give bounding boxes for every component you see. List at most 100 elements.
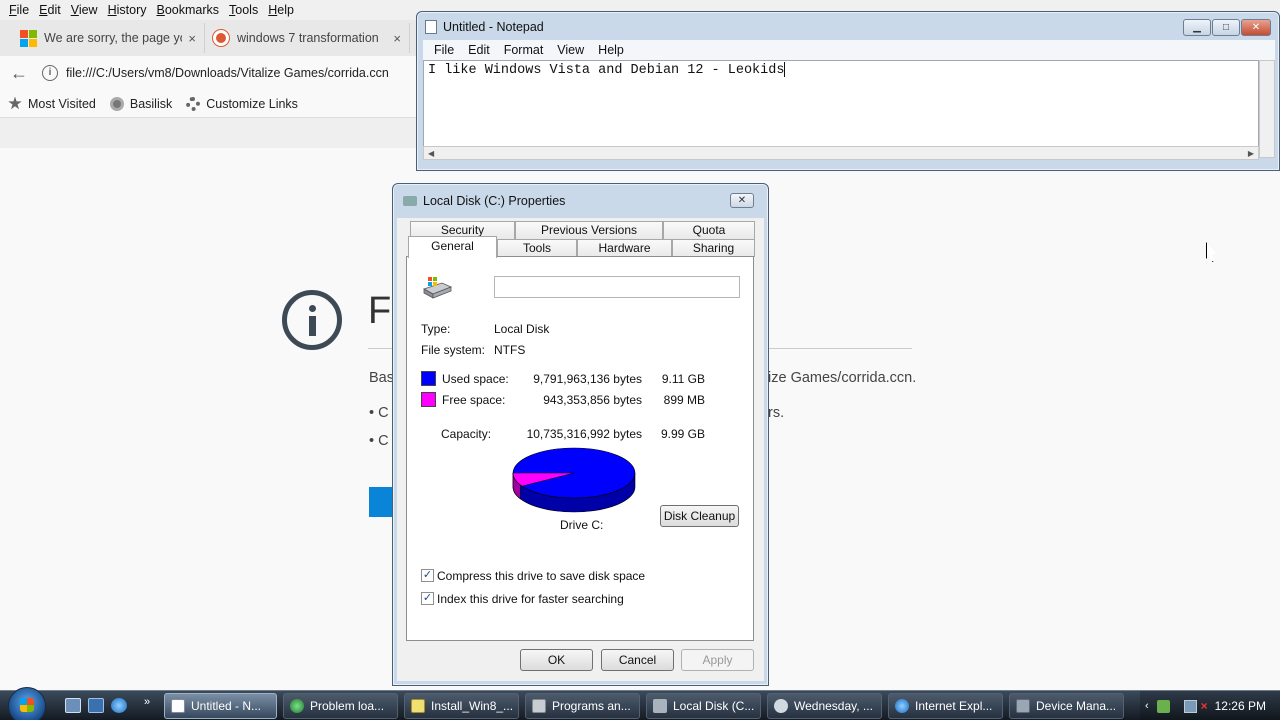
dialog-body: Security Previous Versions Quota General…	[397, 218, 764, 681]
tab-tools[interactable]: Tools	[497, 239, 577, 257]
url-field[interactable]: file:///C:/Users/vm8/Downloads/Vitalize …	[66, 66, 389, 80]
taskbar-label: Problem loa...	[310, 699, 385, 713]
tab-label: windows 7 transformation	[237, 31, 379, 45]
dialog-close-button[interactable]: ✕	[730, 193, 754, 208]
notepad-title: Untitled - Notepad	[443, 20, 544, 34]
disk-usage-pie-chart	[512, 447, 636, 513]
np-menu-edit[interactable]: Edit	[461, 43, 497, 57]
drive-label: Drive C:	[560, 518, 604, 532]
bullet-item-left-2: • C	[369, 433, 389, 449]
tab-quota[interactable]: Quota	[663, 221, 755, 239]
bookmark-most-visited[interactable]: Most Visited	[8, 96, 96, 111]
bullet-item-left: • C	[369, 405, 389, 421]
used-space-swatch	[421, 371, 436, 386]
volume-muted-icon[interactable]: ×	[1201, 699, 1208, 713]
taskbar-button-programs[interactable]: Programs an...	[525, 693, 640, 719]
scroll-right-icon[interactable]: ▶	[1248, 149, 1254, 158]
start-button[interactable]	[8, 687, 46, 720]
globe-icon	[109, 96, 124, 111]
safely-remove-icon[interactable]	[1156, 699, 1170, 713]
apply-button[interactable]: Apply	[681, 649, 754, 671]
used-space-bytes: 9,791,963,136 bytes	[533, 372, 642, 386]
taskbar-label: Internet Expl...	[915, 699, 993, 713]
np-menu-format[interactable]: Format	[497, 43, 551, 57]
bookmark-basilisk[interactable]: Basilisk	[109, 96, 172, 111]
taskbar-label: Untitled - N...	[191, 699, 262, 713]
taskbar-button-internet-explorer[interactable]: Internet Expl...	[888, 693, 1003, 719]
disk-cleanup-button[interactable]: Disk Cleanup	[660, 505, 739, 527]
notepad-icon	[171, 699, 185, 713]
browser-icon	[290, 699, 304, 713]
menu-file[interactable]: File	[4, 3, 34, 17]
browser-tab-sorry[interactable]: We are sorry, the page you ×	[0, 23, 205, 53]
taskbar-button-notepad[interactable]: Untitled - N...	[164, 693, 277, 719]
tab-general[interactable]: General	[408, 236, 497, 258]
ok-button[interactable]: OK	[520, 649, 593, 671]
used-space-size: 9.11 GB	[661, 372, 705, 386]
close-tab-icon[interactable]: ×	[393, 31, 401, 46]
tab-hardware[interactable]: Hardware	[577, 239, 672, 257]
star-icon	[8, 96, 22, 110]
bookmark-label: Most Visited	[28, 96, 96, 111]
compress-checkbox[interactable]: ✓	[421, 569, 434, 582]
taskbar-button-device-manager[interactable]: Device Mana...	[1009, 693, 1124, 719]
switch-windows-icon[interactable]	[88, 698, 104, 713]
notepad-titlebar[interactable]: Untitled - Notepad	[417, 12, 1279, 42]
taskbar: » Untitled - N... Problem loa... Install…	[0, 687, 1280, 720]
scroll-left-icon[interactable]: ◀	[428, 149, 434, 158]
caption-buttons: ▁ □ ✕	[1183, 19, 1271, 36]
dialog-titlebar[interactable]: Local Disk (C:) Properties	[393, 184, 768, 218]
np-menu-help[interactable]: Help	[591, 43, 631, 57]
drive-label-input[interactable]	[494, 276, 740, 298]
tray-expand-icon[interactable]: ‹	[1145, 700, 1149, 712]
hard-drive-icon	[423, 277, 452, 299]
type-value: Local Disk	[494, 322, 550, 336]
taskbar-button-wednesday[interactable]: Wednesday, ...	[767, 693, 882, 719]
tab-previous-versions[interactable]: Previous Versions	[515, 221, 663, 239]
clock[interactable]: 12:26 PM	[1215, 699, 1266, 713]
bookmark-customize-links[interactable]: Customize Links	[186, 96, 298, 111]
site-info-icon[interactable]: i	[42, 65, 58, 81]
taskbar-button-problem[interactable]: Problem loa...	[283, 693, 398, 719]
menu-bookmarks[interactable]: Bookmarks	[152, 3, 225, 17]
index-checkbox[interactable]: ✓	[421, 592, 434, 605]
taskbar-button-local-disk[interactable]: Local Disk (C...	[646, 693, 761, 719]
vertical-scrollbar[interactable]	[1259, 60, 1275, 158]
np-menu-view[interactable]: View	[550, 43, 591, 57]
close-button[interactable]: ✕	[1241, 19, 1271, 36]
document-icon	[411, 699, 425, 713]
menu-tools[interactable]: Tools	[224, 3, 263, 17]
notepad-menubar: File Edit Format View Help	[423, 40, 1275, 60]
menu-help[interactable]: Help	[263, 3, 299, 17]
tab-label: We are sorry, the page you	[44, 31, 183, 45]
network-icon[interactable]	[1183, 699, 1197, 713]
np-menu-file[interactable]: File	[427, 43, 461, 57]
menu-edit[interactable]: Edit	[34, 3, 66, 17]
chevron-right-icon[interactable]: »	[144, 696, 150, 708]
taskbar-label: Install_Win8_...	[431, 699, 514, 713]
horizontal-scrollbar[interactable]: ◀ ▶	[423, 146, 1259, 160]
drive-icon	[653, 699, 667, 713]
internet-explorer-icon[interactable]	[111, 698, 127, 713]
separator	[421, 311, 739, 312]
separator	[421, 416, 739, 417]
browser-tab-windows7[interactable]: windows 7 transformation ×	[205, 23, 410, 53]
used-space-label: Used space:	[442, 372, 509, 386]
menu-history[interactable]: History	[103, 3, 152, 17]
free-space-swatch	[421, 392, 436, 407]
gear-icon	[186, 96, 201, 111]
show-desktop-icon[interactable]	[65, 698, 81, 713]
close-tab-icon[interactable]: ×	[188, 31, 196, 46]
menu-view[interactable]: View	[66, 3, 103, 17]
cancel-button[interactable]: Cancel	[601, 649, 674, 671]
duckduckgo-icon	[213, 30, 229, 46]
minimize-button[interactable]: ▁	[1183, 19, 1211, 36]
taskbar-button-install[interactable]: Install_Win8_...	[404, 693, 519, 719]
tab-sharing[interactable]: Sharing	[672, 239, 755, 257]
back-arrow-icon[interactable]: ←	[10, 63, 36, 84]
maximize-button[interactable]: □	[1212, 19, 1240, 36]
device-manager-icon	[1016, 699, 1030, 713]
notepad-text-area[interactable]: I like Windows Vista and Debian 12 - Leo…	[423, 60, 1259, 158]
capacity-size: 9.99 GB	[660, 427, 705, 441]
type-label: Type:	[421, 322, 451, 336]
